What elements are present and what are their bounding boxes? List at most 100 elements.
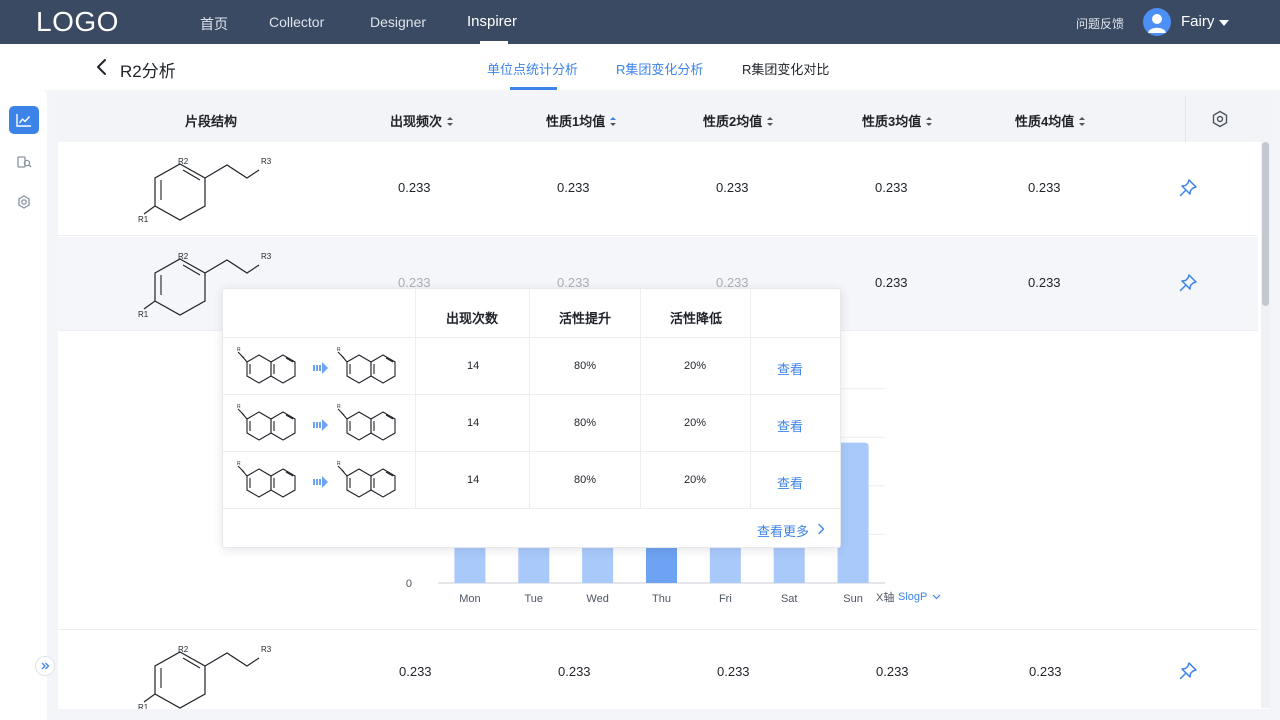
- user-name[interactable]: Fairy: [1181, 13, 1214, 30]
- r-group-transformation: R R: [237, 404, 396, 441]
- property1-value: 0.233: [557, 180, 590, 195]
- sort-icon[interactable]: [447, 117, 454, 126]
- r-group-transformation: R R: [237, 461, 396, 498]
- fragment-structure: R2 R3 R1: [138, 157, 272, 224]
- frequency-value: 0.233: [398, 180, 431, 195]
- frequency-value: 0.233: [399, 664, 432, 679]
- property4-value: 0.233: [1028, 275, 1061, 290]
- property4-value: 0.233: [1028, 180, 1061, 195]
- book-search-icon: [17, 156, 32, 168]
- left-sidebar: [0, 90, 47, 720]
- popup-divider: [223, 394, 840, 395]
- sub-header: R2分析 单位点统计分析 R集团变化分析 R集团变化对比: [0, 44, 1280, 90]
- property4-value: 0.233: [1029, 664, 1062, 679]
- settings-icon[interactable]: [1211, 110, 1229, 128]
- popup-up-value: 80%: [574, 474, 597, 486]
- x-tick-label: Tue: [525, 593, 544, 605]
- sort-icon[interactable]: [610, 117, 617, 126]
- view-link[interactable]: 查看: [777, 359, 803, 378]
- structure-label: R3: [261, 645, 272, 654]
- arrow-right-icon: [313, 419, 328, 431]
- structure-label: R1: [138, 703, 149, 709]
- popup-down-value: 20%: [684, 417, 707, 429]
- feedback-link[interactable]: 问题反馈: [1076, 15, 1124, 32]
- popup-header-count: 出现次数: [446, 311, 499, 326]
- column-header-property1[interactable]: 性质1均值: [546, 111, 617, 130]
- nav-item-designer[interactable]: Designer: [370, 14, 426, 30]
- fragment-structure: R2 R3 R1: [138, 645, 272, 709]
- molecule-gear-icon: [18, 195, 30, 209]
- pin-icon[interactable]: [1177, 660, 1199, 682]
- x-tick-label: Sun: [843, 593, 863, 605]
- structure-label: R: [237, 347, 241, 353]
- property2-value: 0.233: [717, 664, 750, 679]
- pin-icon[interactable]: [1177, 272, 1199, 294]
- view-link[interactable]: 查看: [777, 416, 803, 435]
- expand-sidebar-button[interactable]: [35, 656, 55, 676]
- x-axis-selector: SlogP: [898, 591, 927, 603]
- bar: [837, 442, 869, 583]
- top-navbar: LOGO 首页 Collector Designer Inspirer 问题反馈…: [0, 0, 1280, 44]
- popup-divider: [529, 289, 530, 508]
- column-header-property2[interactable]: 性质2均值: [703, 111, 774, 130]
- popup-divider: [415, 289, 416, 508]
- x-axis-label: X轴: [876, 590, 894, 604]
- property3-value: 0.233: [875, 180, 908, 195]
- chevron-down-icon: [932, 594, 941, 600]
- popup-header-activity-up: 活性提升: [559, 311, 612, 326]
- property3-value: 0.233: [875, 275, 908, 290]
- double-chevron-right-icon: [41, 662, 50, 670]
- sidebar-item-library[interactable]: [9, 148, 39, 176]
- y-tick-label: 0: [406, 578, 412, 590]
- view-more-link[interactable]: 查看更多: [757, 521, 809, 540]
- user-icon: [1148, 14, 1166, 33]
- nav-item-home[interactable]: 首页: [200, 14, 228, 34]
- r-group-popup: 出现次数 活性提升 活性降低 R R 14 80% 20% 查看 R R 14 …: [222, 288, 841, 548]
- logo[interactable]: LOGO: [36, 6, 119, 38]
- arrow-right-icon: [313, 476, 328, 488]
- chevron-down-icon[interactable]: [1219, 20, 1229, 26]
- back-arrow-icon[interactable]: [94, 57, 112, 77]
- x-tick-label: Sat: [781, 593, 798, 605]
- tab-active-indicator: [510, 87, 557, 90]
- nav-item-collector[interactable]: Collector: [269, 14, 324, 30]
- structure-label: R3: [261, 157, 272, 166]
- sidebar-item-settings[interactable]: [9, 188, 39, 216]
- r-group-transformation: R R: [237, 347, 396, 384]
- column-header-property4[interactable]: 性质4均值: [1015, 111, 1086, 130]
- tab-r-group-change-compare[interactable]: R集团变化对比: [742, 59, 829, 78]
- line-chart-icon: [16, 114, 31, 127]
- pin-icon[interactable]: [1177, 177, 1199, 199]
- page-title: R2分析: [120, 62, 176, 81]
- arrow-right-icon: [313, 362, 328, 374]
- column-header-property3[interactable]: 性质3均值: [862, 111, 933, 130]
- structure-label: R: [337, 404, 341, 410]
- user-avatar[interactable]: [1143, 8, 1171, 36]
- sort-icon[interactable]: [1079, 117, 1086, 126]
- sort-icon[interactable]: [926, 117, 933, 126]
- popup-up-value: 80%: [574, 417, 597, 429]
- popup-up-value: 80%: [574, 360, 597, 372]
- structure-label: R3: [261, 252, 272, 261]
- table-row[interactable]: R2 R3 R1 0.233 0.233 0.233 0.233 0.233: [58, 630, 1258, 709]
- tab-single-site-analysis[interactable]: 单位点统计分析: [487, 59, 578, 78]
- structure-label: R2: [178, 157, 189, 166]
- sidebar-item-chart[interactable]: [9, 106, 39, 134]
- sort-icon[interactable]: [767, 117, 774, 126]
- popup-down-value: 20%: [684, 360, 707, 372]
- popup-header-activity-down: 活性降低: [670, 311, 723, 326]
- column-header-frequency[interactable]: 出现频次: [390, 111, 454, 130]
- popup-divider: [750, 289, 751, 508]
- x-tick-label: Fri: [719, 593, 732, 605]
- structure-label: R2: [178, 252, 189, 261]
- property1-value: 0.233: [558, 664, 591, 679]
- structure-label: R: [337, 461, 341, 467]
- table-row[interactable]: R2 R3 R1 0.233 0.233 0.233 0.233 0.233: [58, 142, 1258, 236]
- chevron-right-icon[interactable]: [817, 523, 825, 535]
- scrollbar-thumb[interactable]: [1262, 142, 1269, 306]
- nav-item-inspirer[interactable]: Inspirer: [467, 13, 517, 30]
- structure-label: R: [337, 347, 341, 353]
- tab-r-group-change-analysis[interactable]: R集团变化分析: [616, 59, 703, 78]
- property2-value: 0.233: [716, 180, 749, 195]
- view-link[interactable]: 查看: [777, 473, 803, 492]
